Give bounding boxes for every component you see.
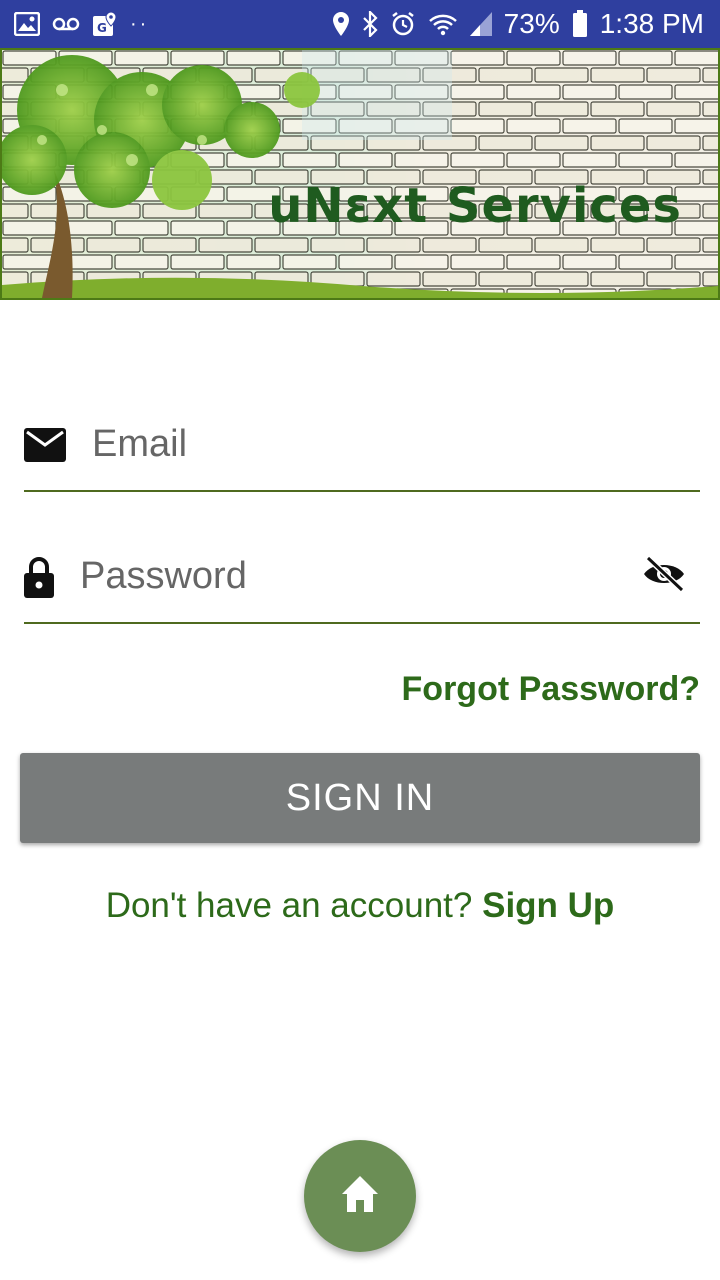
password-input[interactable] (80, 546, 620, 606)
status-more-dots: ·· (130, 13, 150, 35)
brand-title: uNεxt Services (268, 178, 682, 234)
svg-text:G: G (97, 21, 107, 35)
eye-off-icon[interactable] (642, 555, 686, 597)
brick-wall-tree-illustration (2, 50, 718, 298)
bluetooth-icon (362, 11, 378, 37)
location-icon (332, 11, 350, 37)
battery-percent: 73% (503, 8, 560, 39)
maps-icon: G (92, 11, 118, 37)
email-input[interactable] (92, 414, 692, 474)
home-icon (340, 1174, 380, 1219)
battery-icon (572, 10, 588, 38)
status-bar-left: G ·· (14, 11, 149, 37)
clock: 1:38 PM (599, 8, 704, 39)
no-account-text: Don't have an account? (105, 886, 473, 925)
status-bar-right: 73% 1:38 PM (332, 10, 704, 38)
wifi-icon (428, 12, 458, 36)
signal-icon (469, 12, 492, 36)
signup-prompt: Don't have an account? Sign Up (0, 886, 720, 926)
forgot-password-link[interactable]: Forgot Password? (402, 670, 700, 709)
lock-icon (24, 556, 54, 603)
alarm-icon (390, 11, 416, 37)
email-field[interactable] (24, 400, 700, 492)
sign-in-button[interactable]: SIGN IN (20, 753, 700, 843)
password-field[interactable] (24, 532, 700, 624)
voicemail-icon (52, 16, 80, 32)
status-bar: G ·· 73% 1:38 PM (0, 0, 720, 48)
image-icon (14, 12, 40, 36)
header-banner: uNεxt Services (0, 48, 720, 300)
sign-up-link[interactable]: Sign Up (482, 886, 614, 925)
mail-icon (24, 428, 66, 467)
home-button[interactable] (304, 1140, 416, 1252)
